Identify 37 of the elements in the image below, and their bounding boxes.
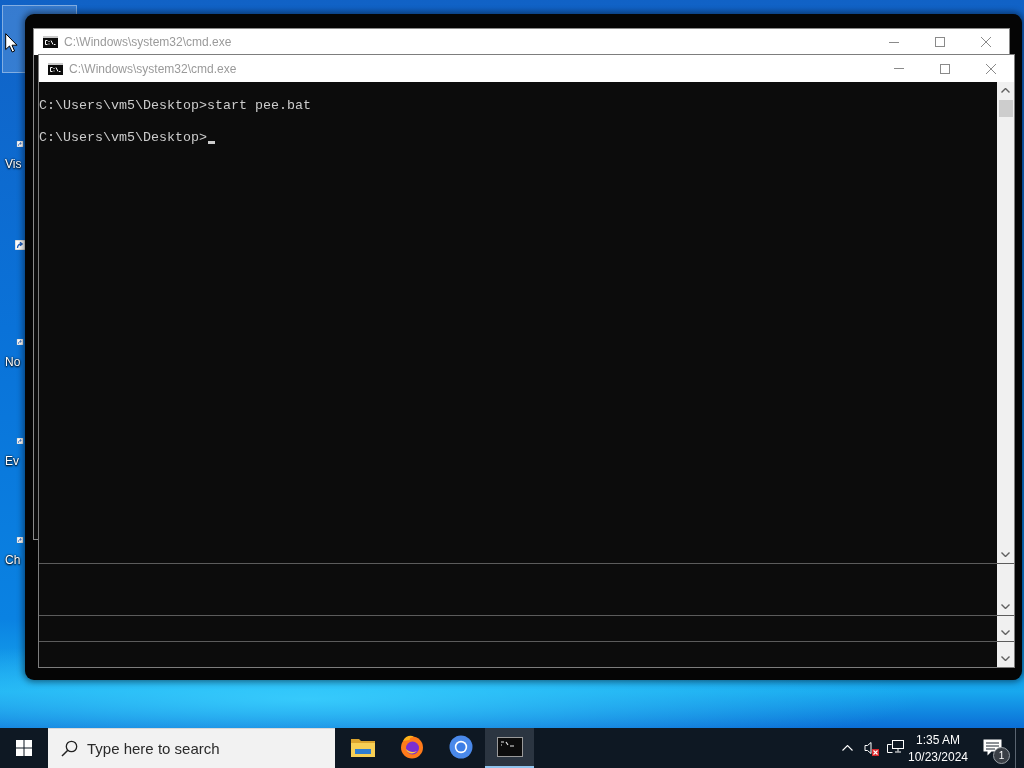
desktop-icon-label[interactable]: Vis [5,157,22,171]
close-icon [986,63,996,74]
four-squares-icon [16,740,32,756]
clock-time: 1:35 AM [916,732,960,747]
maximize-icon [935,37,945,47]
taskbar-button[interactable] [485,728,534,768]
console-line: C:\Users\vm5\Desktop> [39,130,207,145]
desktop-icon-label[interactable]: No [5,355,21,369]
scrollbar-thumb[interactable] [999,100,1013,117]
chevron-up-icon [1001,88,1010,93]
minimize-icon [889,41,899,43]
window-title: C:\Windows\system32\cmd.exe [64,35,232,49]
clock-date: 10/23/2024 [907,749,969,764]
search-icon [61,740,78,757]
chevron-down-icon [1001,656,1010,661]
network-monitor-icon [886,740,904,756]
terminal-icon [43,36,58,48]
chevron-up-icon [841,745,853,751]
flame-globe-icon [399,735,424,759]
window-title: C:\Windows\system32\cmd.exe [69,61,237,76]
folder-icon [350,737,375,757]
desktop-icon-label[interactable]: Ch [5,553,21,567]
close-icon [981,37,991,47]
search-field[interactable]: Type here to search [48,728,335,768]
chevron-down-icon [1001,630,1010,635]
chevron-down-icon [1001,552,1010,557]
desktop-icon-label[interactable]: Ev [5,454,19,468]
terminal-icon [496,737,523,757]
minimize-icon [894,68,904,69]
notification-count: 1 [993,747,1010,764]
ring-icon [448,735,473,759]
chevron-down-icon [1001,604,1010,609]
maximize-icon [940,63,950,74]
console-line: C:\Users\vm5\Desktop>start pee.bat [39,98,311,113]
notification-button[interactable]: 1 [969,728,1015,768]
mouse-cursor-icon [5,33,18,53]
terminal-icon [48,62,63,75]
